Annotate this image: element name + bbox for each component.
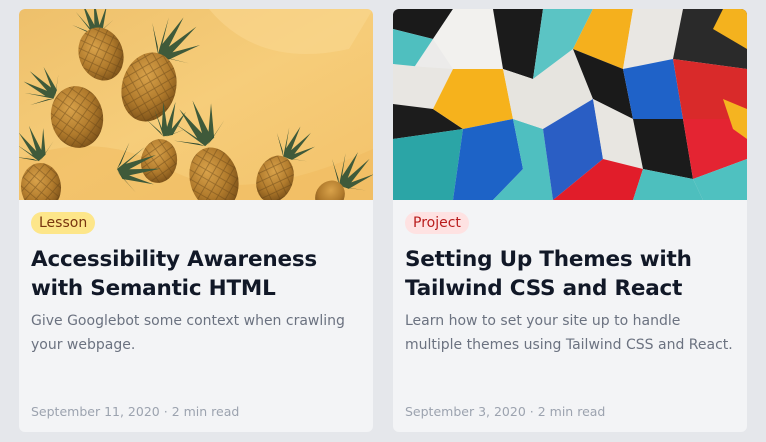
pineapples-image [19,9,373,200]
article-card-themes[interactable]: Project Setting Up Themes with Tailwind … [393,9,747,432]
lesson-badge: Lesson [31,212,96,234]
article-date: September 11, 2020 [31,404,160,419]
article-date: September 3, 2020 [405,404,526,419]
article-title[interactable]: Accessibility Awareness with Semantic HT… [31,245,361,303]
article-meta: September 11, 2020 · 2 min read [31,404,239,419]
article-description: Learn how to set your site up to handle … [405,313,733,353]
project-badge: Project [405,212,469,234]
meta-separator: · [163,404,168,419]
article-card-accessibility[interactable]: Lesson Accessibility Awareness with Sema… [19,9,373,432]
read-time: 2 min read [537,404,606,419]
article-description: Give Googlebot some context when crawlin… [31,313,345,353]
article-meta: September 3, 2020 · 2 min read [405,404,605,419]
article-title[interactable]: Setting Up Themes with Tailwind CSS and … [405,245,735,303]
abstract-mural-image [393,9,747,200]
read-time: 2 min read [171,404,240,419]
meta-separator: · [529,404,534,419]
